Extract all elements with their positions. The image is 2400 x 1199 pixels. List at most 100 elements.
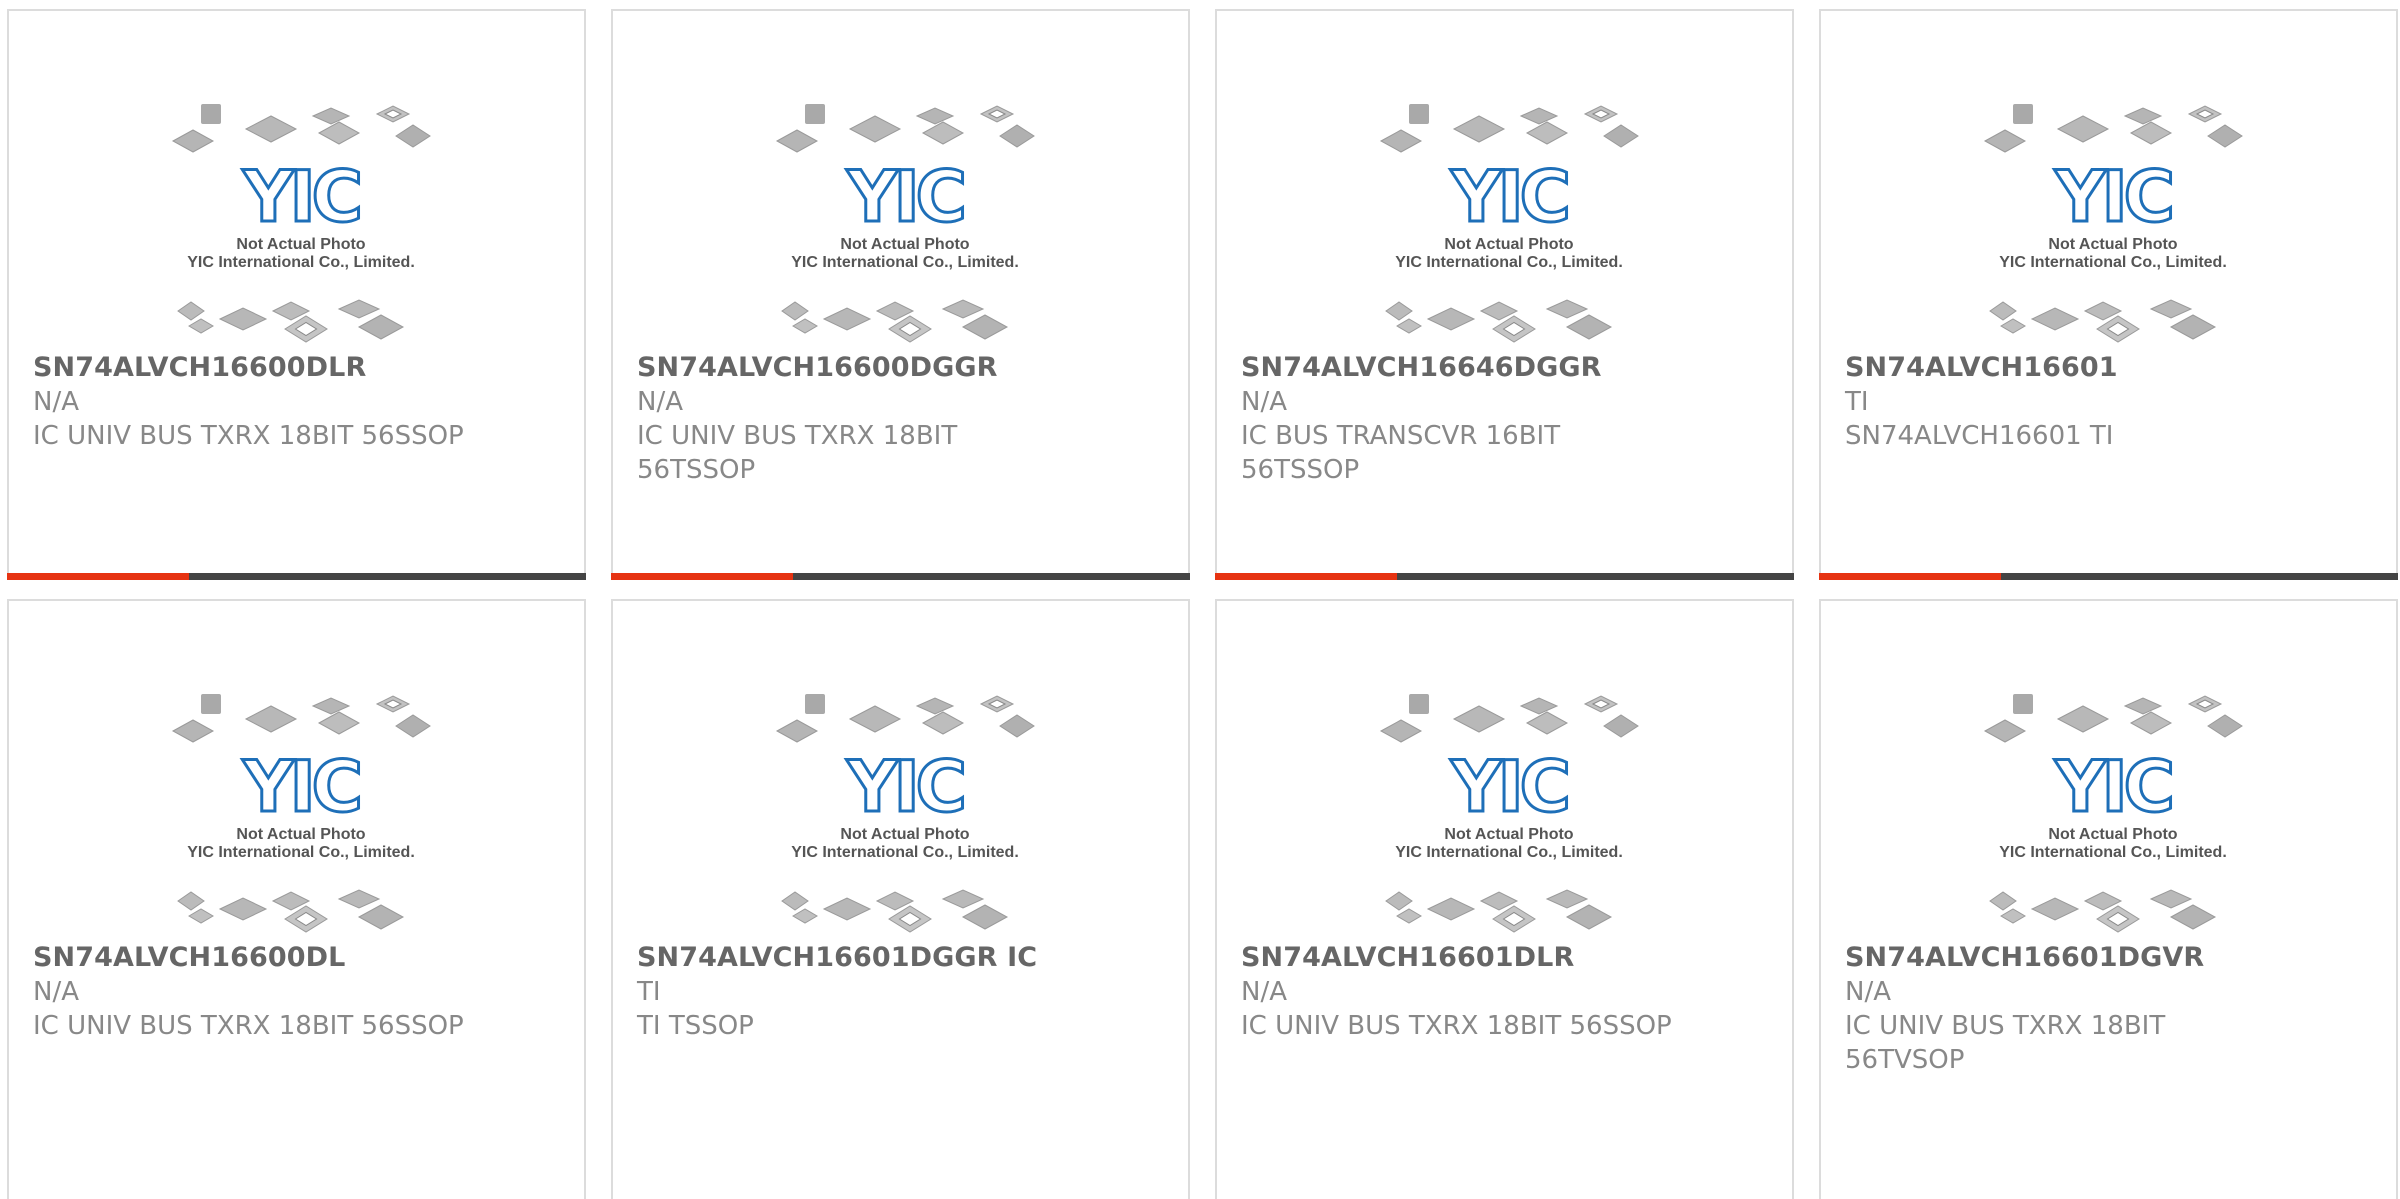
card-bottom-bar (611, 573, 1190, 580)
card-accent-bar (1819, 573, 2001, 580)
product-part-number[interactable]: SN74ALVCH16600DGGR (637, 351, 1168, 385)
chip-icon (337, 299, 381, 319)
chip-icon (1565, 904, 1613, 930)
product-manufacturer: N/A (1845, 977, 1891, 1007)
product-placeholder-image[interactable]: YIC Not Actual Photo YIC International Co.… (613, 11, 1188, 366)
chip-icon (2013, 694, 2033, 714)
product-part-number[interactable]: SN74ALVCH16601DGGR IC (637, 941, 1168, 975)
placeholder-caption: Not Actual Photo (2048, 826, 2177, 843)
product-card[interactable]: YIC Not Actual Photo YIC International Co.… (1215, 9, 1794, 580)
chip-icon (2123, 697, 2163, 715)
chip-icon (218, 897, 268, 921)
product-placeholder-image[interactable]: YIC Not Actual Photo YIC International Co.… (613, 601, 1188, 956)
chip-icon (1385, 891, 1413, 911)
product-card[interactable]: YIC Not Actual Photo YIC International Co.… (7, 599, 586, 1199)
chip-icon (2129, 121, 2173, 145)
chip-icon (822, 307, 872, 331)
yic-logo: YIC (1450, 746, 1567, 828)
yic-logo: YIC (1450, 156, 1567, 238)
card-bottom-bar (1819, 573, 2398, 580)
chip-icon (2149, 889, 2193, 909)
product-part-number[interactable]: SN74ALVCH16600DL (33, 941, 564, 975)
card-bottom-bar (7, 573, 586, 580)
chip-icon (1603, 124, 1639, 148)
placeholder-company: YIC International Co., Limited. (1999, 844, 2227, 861)
product-card[interactable]: YIC Not Actual Photo YIC International Co.… (7, 9, 586, 580)
product-manufacturer: N/A (1241, 977, 1287, 1007)
placeholder-caption: Not Actual Photo (2048, 236, 2177, 253)
product-card[interactable]: YIC Not Actual Photo YIC International Co.… (611, 9, 1190, 580)
chip-icon (1603, 714, 1639, 738)
chip-icon (1409, 694, 1429, 714)
chip-icon (921, 121, 965, 145)
product-description-line: IC UNIV BUS TXRX 18BIT (1845, 1011, 2166, 1041)
chip-icon (1379, 129, 1423, 153)
chip-icon (2030, 897, 2080, 921)
chip-icon (1545, 299, 1589, 319)
chip-icon (1545, 889, 1589, 909)
chip-icon (822, 897, 872, 921)
product-placeholder-image[interactable]: YIC Not Actual Photo YIC International Co.… (1821, 601, 2396, 956)
card-accent-bar (7, 573, 189, 580)
chip-icon (201, 694, 221, 714)
card-accent-bar (611, 573, 793, 580)
chip-icon (921, 711, 965, 735)
chip-icon (999, 124, 1035, 148)
chip-icon (188, 908, 214, 924)
chip-icon (2030, 307, 2080, 331)
product-placeholder-image[interactable]: YIC Not Actual Photo YIC International Co.… (9, 601, 584, 956)
product-placeholder-image[interactable]: YIC Not Actual Photo YIC International Co.… (1217, 601, 1792, 956)
product-description: SN74ALVCH16601 TI (1845, 421, 2114, 451)
chip-icon (941, 889, 985, 909)
yic-logo: YIC (2054, 746, 2171, 828)
product-card[interactable]: YIC Not Actual Photo YIC International Co.… (1215, 599, 1794, 1199)
product-description: TI TSSOP (637, 1011, 754, 1041)
chip-icon (848, 115, 902, 143)
product-description-line: IC BUS TRANSCVR 16BIT (1241, 421, 1561, 451)
product-manufacturer: TI (637, 977, 661, 1007)
chip-icon (2056, 705, 2110, 733)
product-part-number[interactable]: SN74ALVCH16646DGGR (1241, 351, 1772, 385)
chip-icon (1426, 307, 1476, 331)
chip-icon (317, 121, 361, 145)
chip-icon (792, 908, 818, 924)
chip-icon (2207, 714, 2243, 738)
placeholder-caption: Not Actual Photo (236, 826, 365, 843)
chip-icon (1452, 115, 1506, 143)
chip-icon (915, 107, 955, 125)
chip-icon (2169, 904, 2217, 930)
chip-icon (2000, 908, 2026, 924)
chip-icon (395, 714, 431, 738)
product-part-number[interactable]: SN74ALVCH16601DLR (1241, 941, 1772, 975)
chip-icon (805, 104, 825, 124)
chip-icon (1989, 301, 2017, 321)
product-description-line: 56TVSOP (1845, 1045, 1965, 1075)
chip-icon (1565, 314, 1613, 340)
product-placeholder-image[interactable]: YIC Not Actual Photo YIC International Co.… (1217, 11, 1792, 366)
chip-icon (1519, 107, 1559, 125)
placeholder-company: YIC International Co., Limited. (1999, 254, 2227, 271)
product-placeholder-image[interactable]: YIC Not Actual Photo YIC International Co.… (9, 11, 584, 366)
yic-logo: YIC (846, 746, 963, 828)
product-card[interactable]: YIC Not Actual Photo YIC International Co.… (1819, 9, 2398, 580)
product-card[interactable]: YIC Not Actual Photo YIC International Co.… (611, 599, 1190, 1199)
product-part-number[interactable]: SN74ALVCH16601DGVR (1845, 941, 2376, 975)
product-description-line: 56TSSOP (1241, 455, 1360, 485)
product-description: IC UNIV BUS TXRX 18BIT 56SSOP (33, 1011, 464, 1041)
chip-icon (218, 307, 268, 331)
card-bottom-bar (1215, 573, 1794, 580)
chip-icon (775, 129, 819, 153)
product-part-number[interactable]: SN74ALVCH16600DLR (33, 351, 564, 385)
product-part-number[interactable]: SN74ALVCH16601 (1845, 351, 2376, 385)
chip-icon (357, 314, 405, 340)
chip-icon (1983, 719, 2027, 743)
chip-icon (1379, 719, 1423, 743)
product-description: IC UNIV BUS TXRX 18BIT 56SSOP (1241, 1011, 1672, 1041)
product-card[interactable]: YIC Not Actual Photo YIC International Co.… (1819, 599, 2398, 1199)
chip-icon (961, 314, 1009, 340)
chip-icon (244, 705, 298, 733)
chip-icon (357, 904, 405, 930)
placeholder-company: YIC International Co., Limited. (791, 254, 1019, 271)
product-placeholder-image[interactable]: YIC Not Actual Photo YIC International Co.… (1821, 11, 2396, 366)
chip-icon (188, 318, 214, 334)
